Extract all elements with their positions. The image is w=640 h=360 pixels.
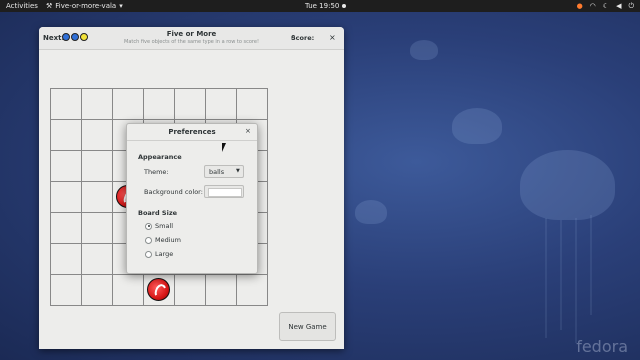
wallpaper-jellyfish xyxy=(355,200,387,224)
app-menu[interactable]: ⚒ Five-or-more-vala ▾ xyxy=(46,0,123,12)
score: Score: 0 xyxy=(291,34,314,42)
color-swatch xyxy=(208,188,242,197)
board-cell[interactable] xyxy=(82,151,113,182)
header-bar: Next: Five or More Match five objects of… xyxy=(39,27,344,50)
size-medium-radio[interactable]: Medium xyxy=(145,236,181,244)
fedora-watermark: fedora xyxy=(576,337,628,356)
board-cell[interactable] xyxy=(51,120,82,151)
clock[interactable]: Tue 19:50 xyxy=(305,0,347,12)
board-cell[interactable] xyxy=(82,213,113,244)
board-size-heading: Board Size xyxy=(138,209,178,217)
background-color-label: Background color: xyxy=(144,188,203,196)
wallpaper-tentacle xyxy=(545,218,547,338)
theme-value: balls xyxy=(209,168,225,176)
wallpaper-jellyfish xyxy=(410,40,438,60)
night-light-icon: ☾ xyxy=(602,2,610,10)
background-color-button[interactable] xyxy=(204,185,244,198)
board-cell[interactable] xyxy=(51,182,82,213)
power-icon: ⏻ xyxy=(628,2,634,10)
activities-button[interactable]: Activities xyxy=(6,0,38,12)
board-cell[interactable] xyxy=(175,275,206,306)
score-label: Score: xyxy=(291,34,315,42)
board-cell[interactable] xyxy=(144,89,175,120)
board-cell[interactable] xyxy=(144,275,175,306)
board-cell[interactable] xyxy=(206,89,237,120)
chevron-down-icon: ▾ xyxy=(119,2,123,10)
board-cell[interactable] xyxy=(206,275,237,306)
radio-checked-icon xyxy=(145,222,152,230)
theme-combo[interactable]: balls ▼ xyxy=(204,165,244,178)
size-small-radio[interactable]: Small xyxy=(145,222,173,230)
board-cell[interactable] xyxy=(82,120,113,151)
notification-dot-icon xyxy=(342,4,347,8)
radio-unchecked-icon xyxy=(145,250,152,258)
board-cell[interactable] xyxy=(51,213,82,244)
mouse-cursor-icon xyxy=(222,143,230,152)
wallpaper-jellyfish xyxy=(452,108,502,144)
board-cell[interactable] xyxy=(237,89,268,120)
close-icon[interactable]: × xyxy=(329,33,336,42)
size-medium-label: Medium xyxy=(155,236,181,244)
theme-label: Theme: xyxy=(144,168,169,176)
board-cell[interactable] xyxy=(113,275,144,306)
fedora-update-icon: ● xyxy=(576,2,583,10)
clock-label: Tue 19:50 xyxy=(305,2,340,10)
app-menu-label: Five-or-more-vala xyxy=(55,2,117,10)
new-game-button[interactable]: New Game xyxy=(279,312,336,341)
board-cell[interactable] xyxy=(51,89,82,120)
appearance-heading: Appearance xyxy=(138,153,182,161)
board-cell[interactable] xyxy=(175,89,206,120)
volume-icon: ◀ xyxy=(616,2,622,10)
top-bar: Activities ⚒ Five-or-more-vala ▾ Tue 19:… xyxy=(0,0,640,12)
close-icon[interactable]: × xyxy=(245,127,251,135)
size-large-label: Large xyxy=(155,250,174,258)
dialog-title: Preferences xyxy=(168,128,216,136)
wallpaper-tentacle xyxy=(560,220,562,330)
board-cell[interactable] xyxy=(51,244,82,275)
board-cell[interactable] xyxy=(51,151,82,182)
app-icon: ⚒ xyxy=(46,2,53,10)
board-cell[interactable] xyxy=(113,89,144,120)
size-small-label: Small xyxy=(155,222,174,230)
board-cell[interactable] xyxy=(237,275,268,306)
dialog-header: Preferences × xyxy=(127,124,257,141)
red-ball-icon[interactable] xyxy=(147,278,170,301)
system-tray[interactable]: ● ◠ ☾ ◀ ⏻ xyxy=(577,0,634,12)
board-cell[interactable] xyxy=(82,89,113,120)
preferences-dialog: Preferences × Appearance Theme: balls ▼ … xyxy=(126,123,258,274)
radio-unchecked-icon xyxy=(145,236,152,244)
size-large-radio[interactable]: Large xyxy=(145,250,173,258)
board-cell[interactable] xyxy=(82,275,113,306)
board-cell[interactable] xyxy=(82,244,113,275)
wallpaper-tentacle xyxy=(575,218,577,343)
board-cell[interactable] xyxy=(82,182,113,213)
network-icon: ◠ xyxy=(589,2,596,10)
chevron-down-icon: ▼ xyxy=(236,168,240,174)
wallpaper-tentacle xyxy=(590,215,592,315)
wallpaper-jellyfish xyxy=(520,150,615,220)
board-cell[interactable] xyxy=(51,275,82,306)
